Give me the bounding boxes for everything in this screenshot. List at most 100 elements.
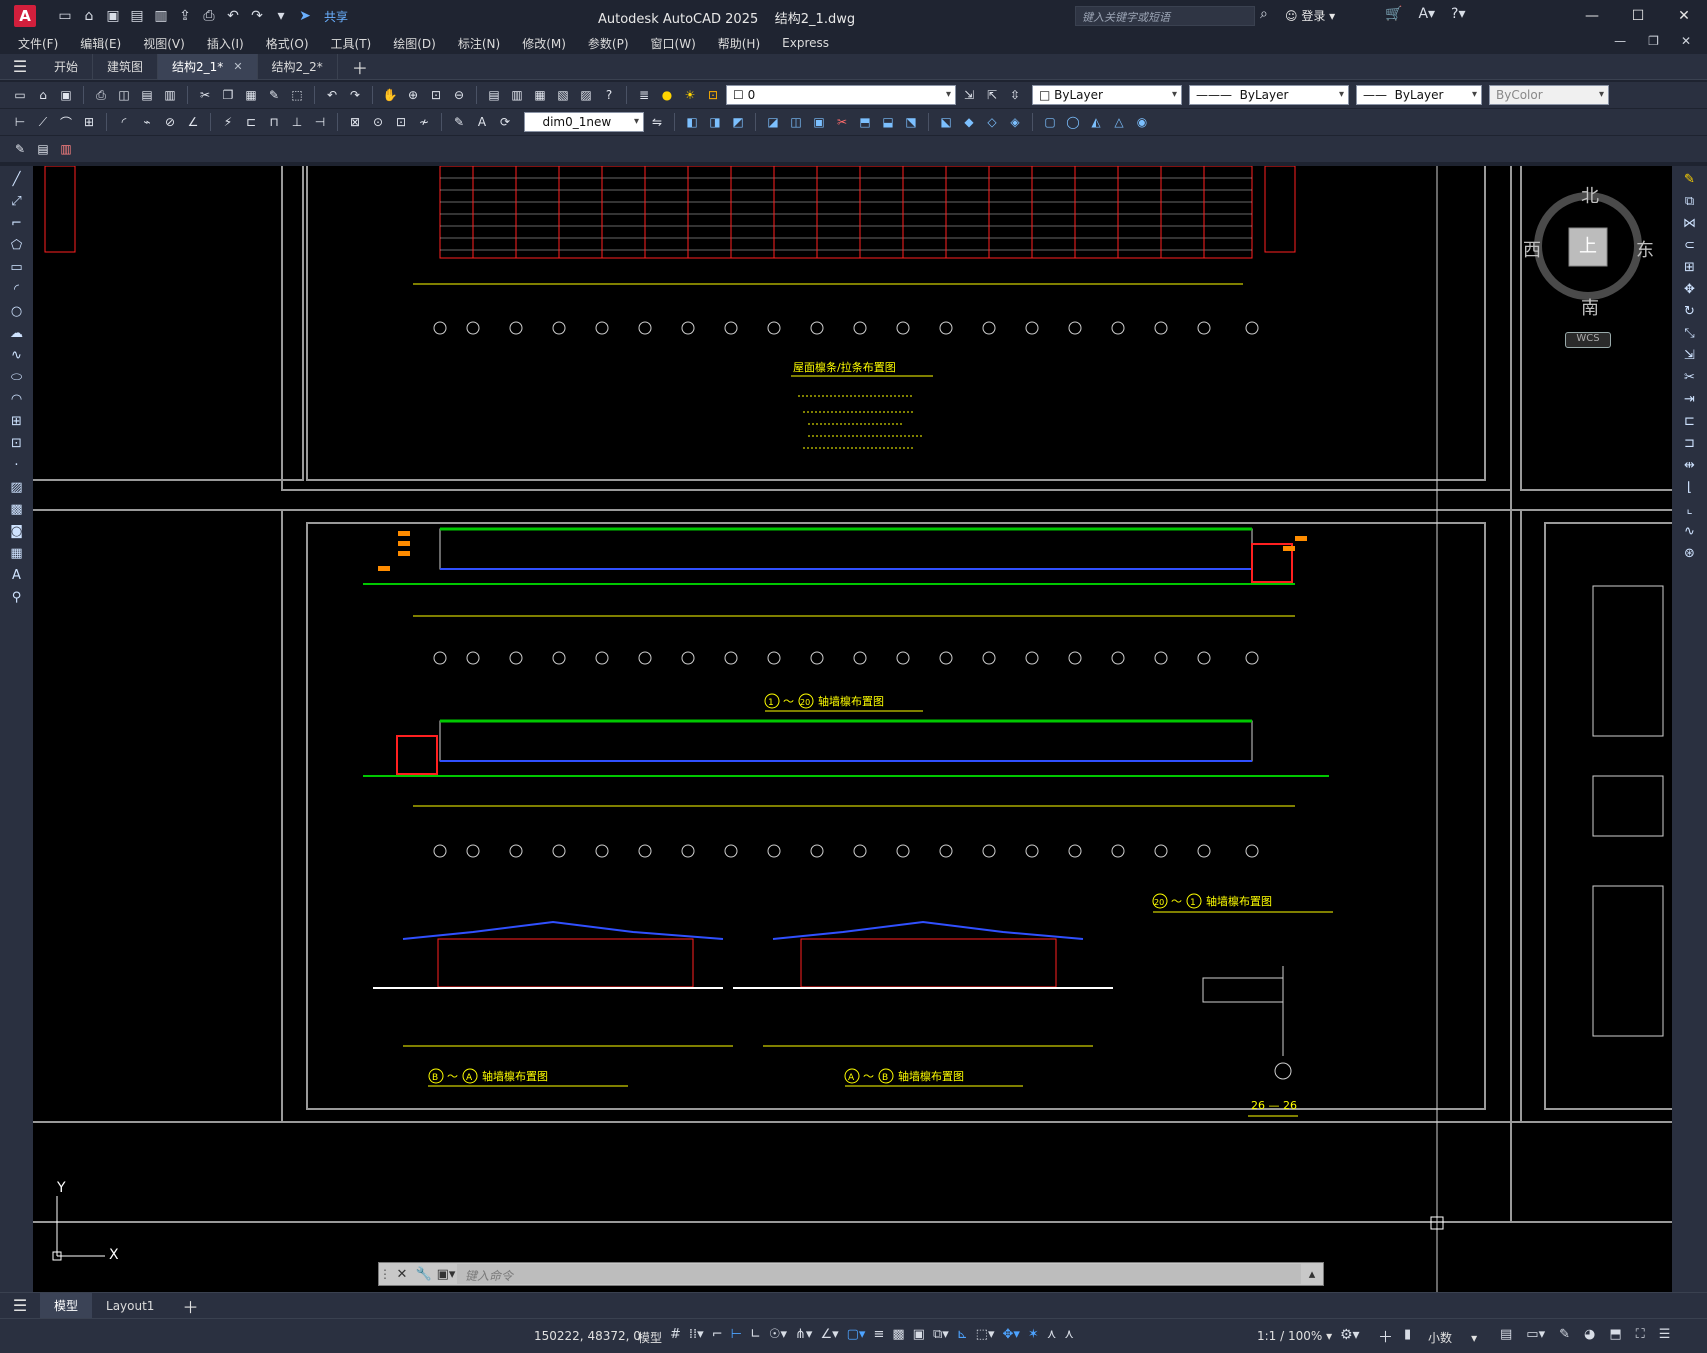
construction-line-icon[interactable]: ⤢: [7, 194, 27, 210]
plot-icon[interactable]: ⎙: [91, 85, 111, 105]
solid-intersect-icon[interactable]: ▣: [809, 112, 829, 132]
command-input[interactable]: 键入命令: [457, 1264, 1301, 1284]
cart-icon[interactable]: 🛒: [1385, 6, 1402, 22]
solid-subtract-icon[interactable]: ◫: [786, 112, 806, 132]
revolve-icon[interactable]: ⬓: [878, 112, 898, 132]
view-left-icon[interactable]: ◩: [728, 112, 748, 132]
paste-icon[interactable]: ▦: [241, 85, 261, 105]
tab-arch-drawing[interactable]: 建筑图: [93, 53, 159, 80]
drawing-canvas[interactable]: 屋面檩条/拉条布置图 1 ～ 20 轴墙檩布置图 20 ～ 1 轴墙檩布置图 B…: [33, 166, 1672, 1292]
menu-view[interactable]: 视图(V): [143, 35, 185, 52]
menu-help[interactable]: 帮助(H): [718, 35, 760, 52]
viewcube[interactable]: 北 南 东 西 上: [1523, 186, 1654, 319]
revision-cloud-icon[interactable]: ☁: [7, 326, 27, 342]
annotation-visibility-icon[interactable]: ✶: [1028, 1327, 1039, 1342]
angular-dim-icon[interactable]: ∠: [183, 112, 203, 132]
close-command-icon[interactable]: ✕: [391, 1267, 413, 1282]
doc-close-icon[interactable]: ✕: [1681, 34, 1691, 48]
loft-icon[interactable]: ⬕: [936, 112, 956, 132]
arc-length-icon[interactable]: ⌒: [56, 112, 76, 132]
annotation-scale-dropdown[interactable]: 1:1 / 100% ▾: [1257, 1329, 1332, 1343]
close-icon[interactable]: ✕: [1661, 0, 1707, 32]
tab-structure-2[interactable]: 结构2_2*: [258, 53, 338, 80]
undo-icon[interactable]: ↶: [224, 7, 242, 25]
login-button[interactable]: ☺ 登录 ▾: [1285, 7, 1335, 24]
snap-icon[interactable]: ⁞⁞▾: [689, 1327, 704, 1342]
inspection-icon[interactable]: ⊡: [391, 112, 411, 132]
calculator-icon[interactable]: ▨: [576, 85, 596, 105]
workspace-gear-icon[interactable]: ⚙▾: [1340, 1327, 1360, 1343]
layer-state-icon[interactable]: ⇳: [1005, 85, 1025, 105]
annotation-scale-icon[interactable]: ⋏: [1064, 1327, 1074, 1342]
save-as-icon[interactable]: ▤: [128, 7, 146, 25]
pan-icon[interactable]: ✋: [380, 85, 400, 105]
isolate-objects-icon[interactable]: ✎: [1559, 1327, 1570, 1342]
help-icon[interactable]: ?: [599, 85, 619, 105]
dim-text-edit-icon[interactable]: A: [472, 112, 492, 132]
sphere-icon[interactable]: ◉: [1132, 112, 1152, 132]
quick-properties-icon[interactable]: ▤: [1500, 1327, 1512, 1342]
lineweight-icon[interactable]: ≡: [873, 1327, 884, 1342]
pdf-icon[interactable]: ▥: [160, 85, 180, 105]
lineweight-dropdown[interactable]: —— ByLayer ▾: [1356, 85, 1482, 105]
share-button[interactable]: 共享: [324, 8, 348, 25]
ordinate-icon[interactable]: ⊞: [79, 112, 99, 132]
fillet-icon[interactable]: ⌞: [1680, 502, 1700, 518]
match-properties-icon[interactable]: ✎: [264, 85, 284, 105]
layer-properties-icon[interactable]: ≣: [634, 85, 654, 105]
zoom-window-icon[interactable]: ⊡: [426, 85, 446, 105]
clean-screen-icon[interactable]: ⛶: [1636, 1327, 1645, 1342]
share-icon[interactable]: ➤: [296, 7, 314, 25]
sheet-set-icon[interactable]: ▧: [553, 85, 573, 105]
chamfer-icon[interactable]: ⌊: [1680, 480, 1700, 496]
layout-icon[interactable]: ▥: [56, 139, 76, 159]
jogged-dim-icon[interactable]: ⌁: [137, 112, 157, 132]
ellipse-icon[interactable]: ⬭: [7, 370, 27, 386]
close-tab-icon[interactable]: ✕: [233, 60, 242, 73]
customize-chevron-icon[interactable]: ▾: [272, 7, 290, 25]
coordinates-readout[interactable]: 150222, 48372, 0: [534, 1329, 641, 1343]
break-icon[interactable]: ⊐: [1680, 436, 1700, 452]
cylinder-icon[interactable]: ◯: [1063, 112, 1083, 132]
minimize-icon[interactable]: —: [1569, 0, 1615, 32]
wcs-menu-button[interactable]: WCS: [1565, 332, 1611, 348]
sheet-icon[interactable]: ▤: [33, 139, 53, 159]
3d-osnap-icon[interactable]: ⧉▾: [933, 1327, 949, 1342]
menu-modify[interactable]: 修改(M): [522, 35, 566, 52]
copy-icon[interactable]: ❐: [218, 85, 238, 105]
multiline-text-icon[interactable]: A: [7, 568, 27, 584]
move-icon[interactable]: ✥: [1680, 282, 1700, 298]
selection-cycling-icon[interactable]: ▣: [913, 1327, 925, 1342]
blend-curves-icon[interactable]: ∿: [1680, 524, 1700, 540]
imprint-icon[interactable]: ◈: [1005, 112, 1025, 132]
view-back-icon[interactable]: ◨: [705, 112, 725, 132]
new-layout-icon[interactable]: ＋: [182, 1294, 198, 1318]
publish-icon[interactable]: ▥: [152, 7, 170, 25]
layer-dropdown[interactable]: ☐ 0 ▾: [726, 85, 956, 105]
dim-space-icon[interactable]: ⊥: [287, 112, 307, 132]
menu-window[interactable]: 窗口(W): [651, 35, 696, 52]
linear-dim-icon[interactable]: ⊢: [10, 112, 30, 132]
autocad-logo-button[interactable]: A: [14, 5, 36, 27]
help-icon[interactable]: ?▾: [1451, 6, 1465, 22]
hardware-acceleration-icon[interactable]: ◕: [1584, 1327, 1595, 1342]
new-file-icon[interactable]: ▭: [56, 7, 74, 25]
properties-icon[interactable]: ▤: [484, 85, 504, 105]
save-icon[interactable]: ▣: [56, 85, 76, 105]
baseline-dim-icon[interactable]: ⊏: [241, 112, 261, 132]
tool-palettes-icon[interactable]: ▦: [530, 85, 550, 105]
box-icon[interactable]: ▢: [1040, 112, 1060, 132]
menu-dimension[interactable]: 标注(N): [458, 35, 500, 52]
graphics-performance-icon[interactable]: ⬒: [1609, 1327, 1621, 1342]
polygon-icon[interactable]: ⬠: [7, 238, 27, 254]
offset-icon[interactable]: ⊂: [1680, 238, 1700, 254]
center-mark-icon[interactable]: ⊙: [368, 112, 388, 132]
selection-filter-icon[interactable]: ⬚▾: [976, 1327, 995, 1342]
annotation-monitor-icon[interactable]: ＋: [1378, 1326, 1393, 1347]
customization-menu-icon[interactable]: ☰: [1659, 1327, 1671, 1342]
viewcube-north[interactable]: 北: [1581, 182, 1599, 208]
tab-start[interactable]: 开始: [40, 53, 94, 80]
file-tab-menu-icon[interactable]: ☰: [0, 57, 40, 76]
layer-lock-icon[interactable]: ⊡: [703, 85, 723, 105]
auto-scale-icon[interactable]: ⋏: [1047, 1327, 1057, 1342]
